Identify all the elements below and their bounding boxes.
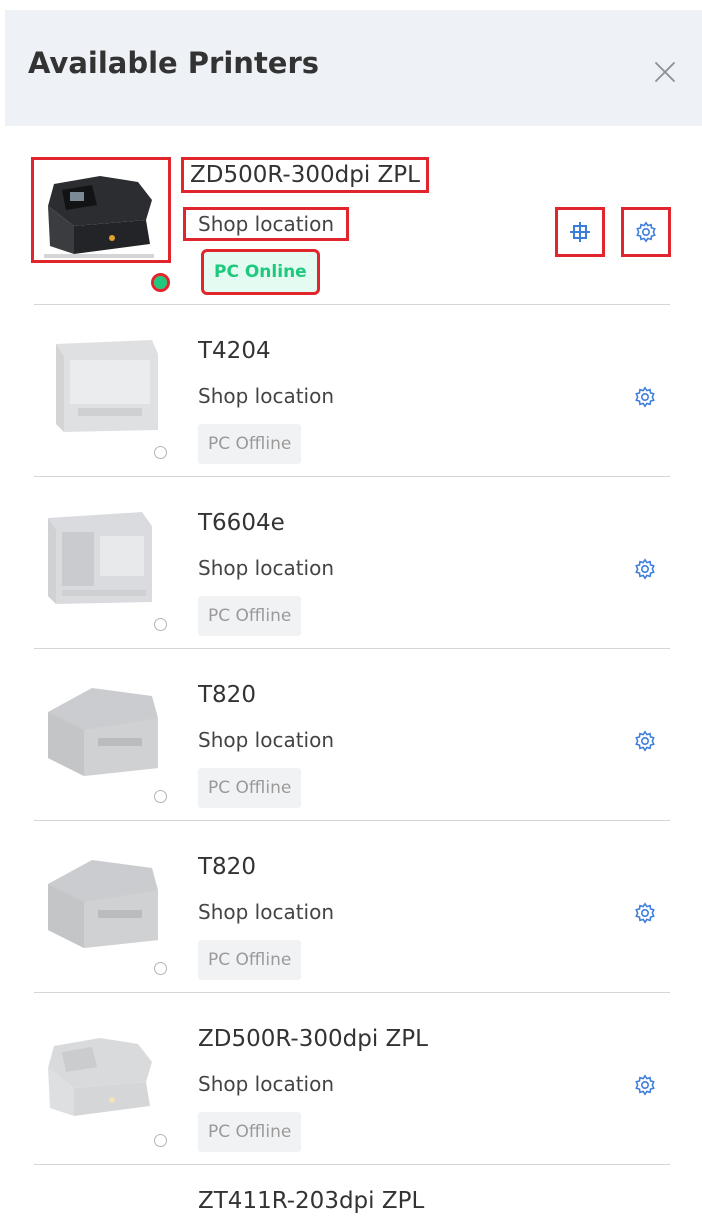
printer-location: Shop location: [182, 207, 350, 241]
crosshair-button[interactable]: [555, 207, 605, 257]
printer-thumbnail: [34, 1022, 168, 1122]
printer-thumbnail: [34, 850, 168, 950]
gear-icon: [635, 558, 655, 580]
close-icon: [655, 62, 675, 82]
printer-name: ZD500R-300dpi ZPL: [181, 157, 429, 193]
printer-item[interactable]: ZD500R-300dpi ZPL Shop location PC Offli…: [34, 992, 670, 1165]
close-button[interactable]: [645, 52, 685, 92]
printer-item[interactable]: T4204 Shop location PC Offline: [34, 304, 670, 477]
printer-item[interactable]: T820 Shop location PC Offline: [34, 648, 670, 821]
printer-name: ZT411R-203dpi ZPL: [198, 1188, 425, 1214]
status-badge: PC Offline: [198, 940, 302, 980]
printer-location: Shop location: [198, 556, 335, 580]
settings-button[interactable]: [630, 898, 660, 928]
status-badge: PC Offline: [198, 596, 302, 636]
crosshair-icon: [570, 222, 590, 242]
printer-name: T820: [198, 682, 256, 708]
printer-thumbnail: [31, 157, 171, 263]
printer-thumbnail: [34, 506, 168, 606]
gear-icon: [636, 221, 656, 243]
status-dot-offline: [154, 790, 167, 803]
printer-location: Shop location: [198, 384, 335, 408]
printer-name: T6604e: [198, 510, 285, 536]
gear-icon: [635, 902, 655, 924]
panel-title: Available Printers: [28, 46, 320, 80]
printer-item[interactable]: T820 Shop location PC Offline: [34, 820, 670, 993]
settings-button[interactable]: [630, 726, 660, 756]
settings-button[interactable]: [630, 382, 660, 412]
printer-name: T4204: [198, 338, 271, 364]
status-badge: PC Offline: [198, 768, 302, 808]
settings-button[interactable]: [630, 554, 660, 584]
gear-icon: [635, 730, 655, 752]
status-dot-offline: [154, 1134, 167, 1147]
printer-name: T820: [198, 854, 256, 880]
settings-button[interactable]: [630, 1070, 660, 1100]
status-badge: PC Offline: [198, 1112, 302, 1152]
printer-location: Shop location: [198, 728, 335, 752]
panel-header: Available Printers: [5, 10, 702, 126]
status-dot-online: [151, 273, 170, 292]
printer-name: ZD500R-300dpi ZPL: [198, 1026, 428, 1052]
status-dot-offline: [154, 618, 167, 631]
printer-location: Shop location: [198, 900, 335, 924]
printer-item[interactable]: ZT411R-203dpi ZPL: [34, 1164, 670, 1224]
status-dot-offline: [154, 962, 167, 975]
printer-item[interactable]: ZD500R-300dpi ZPL Shop location PC Onlin…: [31, 148, 671, 305]
gear-icon: [635, 1074, 655, 1096]
status-badge: PC Online: [201, 249, 320, 295]
printer-thumbnail: [34, 334, 168, 434]
printer-item[interactable]: T6604e Shop location PC Offline: [34, 476, 670, 649]
status-badge: PC Offline: [198, 424, 302, 464]
printer-thumbnail: [34, 678, 168, 778]
settings-button[interactable]: [621, 207, 671, 257]
printer-location: Shop location: [198, 1072, 335, 1096]
gear-icon: [635, 386, 655, 408]
status-dot-offline: [154, 446, 167, 459]
